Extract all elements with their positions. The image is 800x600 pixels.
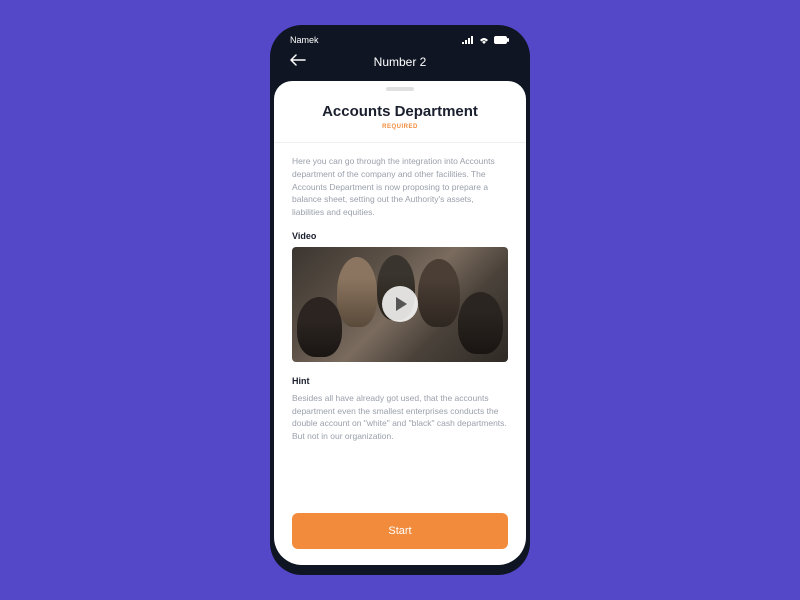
content-card: Accounts Department REQUIRED Here you ca…	[274, 81, 526, 565]
nav-title: Number 2	[290, 55, 510, 69]
status-icons	[462, 36, 510, 44]
play-icon	[396, 297, 407, 311]
arrow-left-icon	[290, 54, 306, 66]
description-text: Here you can go through the integration …	[292, 155, 508, 219]
wifi-icon	[478, 36, 490, 44]
nav-bar: Number 2	[274, 47, 526, 81]
hint-text: Besides all have already got used, that …	[292, 392, 508, 443]
phone-frame: Namek Number 2 Accounts Department REQUI…	[270, 25, 530, 575]
page-title: Accounts Department	[290, 103, 510, 120]
video-label: Video	[292, 231, 508, 241]
carrier-label: Namek	[290, 35, 319, 45]
drag-handle[interactable]	[386, 87, 414, 91]
signal-icon	[462, 36, 474, 44]
video-thumbnail[interactable]	[292, 247, 508, 362]
body-section: Here you can go through the integration …	[274, 143, 526, 513]
battery-icon	[494, 36, 510, 44]
required-badge: REQUIRED	[290, 124, 510, 130]
hint-label: Hint	[292, 376, 508, 386]
status-bar: Namek	[274, 29, 526, 47]
play-button[interactable]	[382, 286, 418, 322]
start-button[interactable]: Start	[292, 513, 508, 549]
header-section: Accounts Department REQUIRED	[274, 99, 526, 143]
back-button[interactable]	[290, 53, 306, 71]
